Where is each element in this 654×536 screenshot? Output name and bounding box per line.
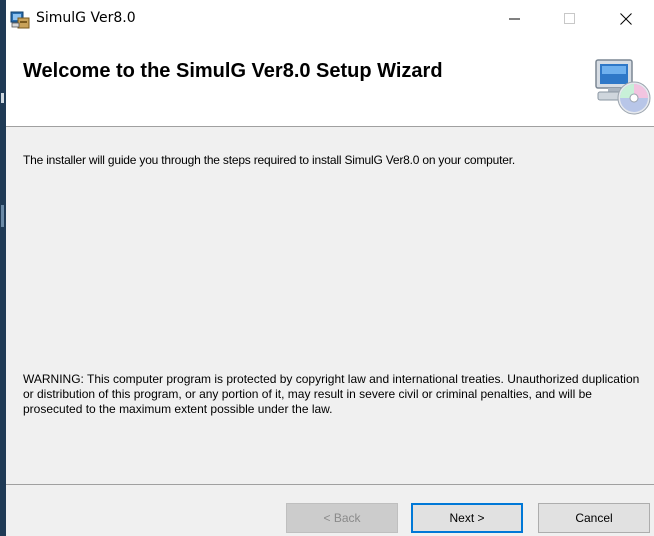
copyright-warning: WARNING: This computer program is protec… — [23, 372, 640, 416]
title-bar[interactable]: SimulG Ver8.0 — [6, 0, 654, 38]
computer-cd-icon — [595, 59, 651, 115]
page-title: Welcome to the SimulG Ver8.0 Setup Wizar… — [23, 60, 443, 82]
next-button[interactable]: Next > — [411, 503, 523, 533]
footer-divider — [6, 484, 654, 485]
wizard-body: The installer will guide you through the… — [6, 127, 654, 484]
minimize-icon — [509, 18, 520, 20]
cancel-button[interactable]: Cancel — [538, 503, 650, 533]
minimize-button[interactable] — [492, 0, 538, 38]
close-button[interactable] — [603, 0, 649, 38]
button-bar: < Back Next > Cancel — [6, 484, 654, 536]
maximize-icon — [564, 13, 575, 24]
window-title: SimulG Ver8.0 — [36, 10, 136, 26]
back-button[interactable]: < Back — [286, 503, 398, 533]
maximize-button[interactable] — [547, 0, 593, 38]
wizard-header: Welcome to the SimulG Ver8.0 Setup Wizar… — [6, 38, 654, 126]
installer-icon — [10, 11, 30, 29]
intro-text: The installer will guide you through the… — [23, 153, 516, 167]
edge-mark-2 — [1, 205, 4, 227]
close-icon — [620, 13, 632, 25]
edge-mark-1 — [1, 93, 4, 103]
setup-wizard-window: SimulG Ver8.0 Welcome to the SimulG Ver8… — [0, 0, 654, 536]
